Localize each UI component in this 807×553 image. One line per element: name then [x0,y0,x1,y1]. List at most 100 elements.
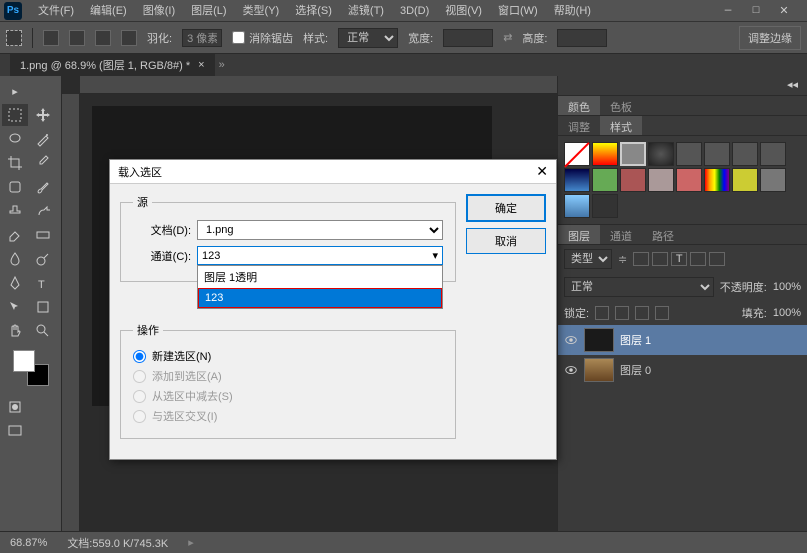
dropdown-option[interactable]: 图层 1透明 [198,266,442,288]
tab-swatches[interactable]: 色板 [600,96,642,115]
lock-all-icon[interactable] [655,306,669,320]
style-swatch[interactable] [564,194,590,218]
blur-tool[interactable] [2,248,28,270]
antialias-checkbox[interactable] [232,31,245,44]
menu-view[interactable]: 视图(V) [437,1,490,21]
style-swatch[interactable] [704,168,730,192]
style-swatch[interactable] [620,142,646,166]
lasso-tool[interactable] [2,128,28,150]
collapse-icon[interactable]: ◂◂ [787,78,801,92]
style-swatch[interactable] [732,142,758,166]
screenmode-tool[interactable] [2,420,28,442]
expand-tool-icon[interactable]: ▸ [2,80,28,102]
minimize-button[interactable]: — [719,4,737,18]
style-swatch[interactable] [620,168,646,192]
lock-pos-icon[interactable] [635,306,649,320]
style-swatch[interactable] [704,142,730,166]
style-swatch[interactable] [760,142,786,166]
selection-add-icon[interactable] [69,30,85,46]
menu-select[interactable]: 选择(S) [287,1,340,21]
style-swatch[interactable] [564,168,590,192]
selection-int-icon[interactable] [121,30,137,46]
style-swatch[interactable] [732,168,758,192]
crop-tool[interactable] [2,152,28,174]
menu-help[interactable]: 帮助(H) [546,1,599,21]
style-swatch[interactable] [676,168,702,192]
marquee-tool[interactable] [2,104,28,126]
brush-tool[interactable] [30,176,56,198]
layer-row[interactable]: 图层 1 [558,325,807,355]
move-tool[interactable] [30,104,56,126]
filter-shape-icon[interactable] [690,252,706,266]
cancel-button[interactable]: 取消 [466,228,546,254]
dodge-tool[interactable] [30,248,56,270]
eraser-tool[interactable] [2,224,28,246]
wand-tool[interactable] [30,128,56,150]
lock-pixel-icon[interactable] [615,306,629,320]
style-swatch[interactable] [676,142,702,166]
style-select[interactable]: 正常 [338,28,398,48]
doc-tab[interactable]: 1.png @ 68.9% (图层 1, RGB/8#) * × [10,54,215,76]
selection-sub-icon[interactable] [95,30,111,46]
tab-styles[interactable]: 样式 [600,116,642,135]
tab-adjust[interactable]: 调整 [558,116,600,135]
quickmask-tool[interactable] [2,396,28,418]
menu-edit[interactable]: 编辑(E) [82,1,135,21]
zoom-tool[interactable] [30,320,56,342]
feather-input[interactable] [182,29,222,47]
dropdown-option[interactable]: 123 [198,288,442,308]
opacity-value[interactable]: 100% [773,281,801,293]
history-brush-tool[interactable] [30,200,56,222]
style-swatch[interactable] [592,142,618,166]
heal-tool[interactable] [2,176,28,198]
layer-row[interactable]: 图层 0 [558,355,807,385]
dialog-titlebar[interactable]: 载入选区 ✕ [110,160,556,184]
op-new-selection[interactable]: 新建选区(N) [133,348,443,364]
menu-file[interactable]: 文件(F) [30,1,82,21]
tab-color[interactable]: 颜色 [558,96,600,115]
menu-window[interactable]: 窗口(W) [490,1,546,21]
blend-mode-select[interactable]: 正常 [564,277,714,297]
stamp-tool[interactable] [2,200,28,222]
hand-tool[interactable] [2,320,28,342]
maximize-button[interactable]: □ [747,4,765,18]
style-swatch[interactable] [648,168,674,192]
menu-layer[interactable]: 图层(L) [183,1,234,21]
visibility-icon[interactable] [564,363,578,377]
style-swatch[interactable] [760,168,786,192]
style-swatch[interactable] [592,194,618,218]
zoom-level[interactable]: 68.87% [10,537,47,549]
style-swatch[interactable] [592,168,618,192]
path-select-tool[interactable] [2,296,28,318]
filter-text-icon[interactable]: T [671,252,687,266]
pen-tool[interactable] [2,272,28,294]
menu-filter[interactable]: 滤镜(T) [340,1,392,21]
eyedropper-tool[interactable] [30,152,56,174]
style-swatch[interactable] [564,142,590,166]
marquee-tool-icon[interactable] [6,30,22,46]
fill-value[interactable]: 100% [773,307,801,319]
lock-trans-icon[interactable] [595,306,609,320]
menu-type[interactable]: 类型(Y) [235,1,288,21]
filter-adjust-icon[interactable] [652,252,668,266]
doc-tab-close-icon[interactable]: × [198,59,204,71]
doc-tab-expand-icon[interactable]: » [219,59,225,71]
tab-channels[interactable]: 通道 [600,225,642,244]
dialog-close-icon[interactable]: ✕ [536,163,548,180]
visibility-icon[interactable] [564,333,578,347]
foreground-color[interactable] [13,350,35,372]
selection-new-icon[interactable] [43,30,59,46]
menu-image[interactable]: 图像(I) [135,1,183,21]
filter-smart-icon[interactable] [709,252,725,266]
filter-pixel-icon[interactable] [633,252,649,266]
style-swatch[interactable] [648,142,674,166]
refine-edge-button[interactable]: 调整边缘 [739,26,801,50]
close-button[interactable]: ✕ [775,4,793,18]
menu-3d[interactable]: 3D(D) [392,1,437,21]
document-select[interactable]: 1.png [197,220,443,240]
layer-filter-kind[interactable]: 类型 [564,249,612,269]
tab-layers[interactable]: 图层 [558,225,600,244]
text-tool[interactable]: T [30,272,56,294]
ok-button[interactable]: 确定 [466,194,546,222]
channel-select[interactable]: 123 ▾ [197,246,443,265]
